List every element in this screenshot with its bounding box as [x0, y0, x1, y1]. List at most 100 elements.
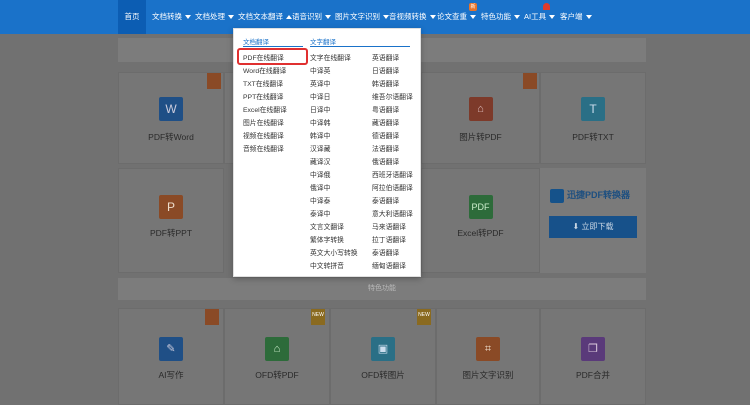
- nav-label: 图片文字识别: [335, 12, 380, 21]
- divider: [243, 46, 303, 47]
- nav-doc-process[interactable]: 文档处理: [195, 0, 234, 34]
- language-translate-item[interactable]: 阿拉伯语翻译: [372, 182, 413, 192]
- language-translate-item[interactable]: 粤语翻译: [372, 104, 399, 114]
- nav-label: 文档文本翻译: [238, 12, 283, 21]
- nav-features[interactable]: 特色功能: [481, 0, 520, 34]
- nav-label: 文档转换: [152, 12, 182, 21]
- tool-card-ai-writing[interactable]: ✎ AI写作: [118, 308, 224, 405]
- chevron-down-icon: [228, 15, 234, 20]
- card-label: 图片转PDF: [459, 132, 502, 142]
- card-label: AI写作: [158, 370, 184, 380]
- text-translate-item[interactable]: 韩译中: [310, 130, 330, 140]
- new-ribbon: NEW: [311, 309, 325, 325]
- nav-label: 论文查重: [437, 12, 467, 21]
- tool-card-ocr[interactable]: ⌗ 图片文字识别: [436, 308, 540, 405]
- hot-ribbon-icon: [207, 73, 221, 89]
- card-label: PDF转TXT: [572, 132, 614, 142]
- language-translate-item[interactable]: 维吾尔语翻译: [372, 91, 413, 101]
- chevron-down-icon: [325, 15, 331, 20]
- language-translate-item[interactable]: 意大利语翻译: [372, 208, 413, 218]
- nav-home[interactable]: 首页: [118, 0, 146, 34]
- language-translate-item[interactable]: 韩语翻译: [372, 78, 399, 88]
- doc-translate-item[interactable]: 音频在线翻译: [243, 143, 284, 153]
- section-title: 特色功能: [118, 278, 646, 300]
- nav-label: 音视频转换: [389, 12, 427, 21]
- nav-label: AI工具: [524, 12, 547, 21]
- language-translate-item[interactable]: 法语翻译: [372, 143, 399, 153]
- card-label: OFD转图片: [361, 370, 405, 380]
- scan-text-icon: ⌗: [476, 337, 500, 361]
- language-translate-item[interactable]: 英语翻译: [372, 52, 399, 62]
- text-translate-item[interactable]: 中译英: [310, 65, 330, 75]
- doc-translate-item[interactable]: Excel在线翻译: [243, 104, 287, 114]
- language-translate-item[interactable]: 马来语翻译: [372, 221, 406, 231]
- tool-card-pdf-txt[interactable]: T PDF转TXT: [540, 72, 646, 164]
- language-translate-item[interactable]: 德语翻译: [372, 130, 399, 140]
- nav-label: 文档处理: [195, 12, 225, 21]
- nav-client[interactable]: 客户端: [560, 0, 592, 34]
- txt-icon: T: [581, 97, 605, 121]
- promo-title-text: 迅捷PDF转换器: [567, 190, 631, 200]
- nav-home-label: 首页: [124, 12, 140, 21]
- tool-card-pdf-word[interactable]: W PDF转Word: [118, 72, 224, 164]
- nav-ai-tools[interactable]: AI工具: [524, 0, 556, 34]
- text-translate-item[interactable]: 繁体字转换: [310, 234, 344, 244]
- doc-translate-heading: 文档翻译: [243, 39, 269, 46]
- card-label: OFD转PDF: [255, 370, 299, 380]
- text-translate-item[interactable]: 文言文翻译: [310, 221, 344, 231]
- text-translate-item[interactable]: 英译中: [310, 78, 330, 88]
- doc-translate-item[interactable]: 视频在线翻译: [243, 130, 284, 140]
- tool-card-pdf-merge[interactable]: ❐ PDF合并: [540, 308, 646, 405]
- card-label: 图片文字识别: [462, 370, 514, 380]
- pdf-icon: ⌂: [265, 337, 289, 361]
- text-translate-item[interactable]: 文字在线翻译: [310, 52, 351, 62]
- language-translate-item[interactable]: 藏语翻译: [372, 117, 399, 127]
- text-translate-item[interactable]: 中译日: [310, 91, 330, 101]
- nav-label: 客户端: [560, 12, 583, 21]
- tool-card-ofd-pdf[interactable]: NEW ⌂ OFD转PDF: [224, 308, 330, 405]
- doc-translate-item[interactable]: PDF在线翻译: [243, 52, 284, 62]
- doc-translate-item[interactable]: 图片在线翻译: [243, 117, 284, 127]
- promo-title: 迅捷PDF转换器: [550, 188, 630, 203]
- language-translate-item[interactable]: 泰语翻译: [372, 195, 399, 205]
- doc-translate-item[interactable]: TXT在线翻译: [243, 78, 283, 88]
- language-translate-item[interactable]: 拉丁语翻译: [372, 234, 406, 244]
- doc-translate-item[interactable]: Word在线翻译: [243, 65, 286, 75]
- promo-panel: 迅捷PDF转换器 ⬇ 立即下载: [540, 168, 646, 273]
- text-translate-item[interactable]: 中译泰: [310, 195, 330, 205]
- chevron-down-icon: [585, 15, 592, 20]
- text-translate-item[interactable]: 英文大小写转换: [310, 247, 358, 257]
- hot-ribbon-icon: [523, 73, 537, 89]
- text-translate-item[interactable]: 泰译中: [310, 208, 330, 218]
- text-translate-item[interactable]: 中文转拼音: [310, 260, 344, 270]
- language-translate-item[interactable]: 泰语翻译: [372, 247, 399, 257]
- language-translate-item[interactable]: 西班牙语翻译: [372, 169, 413, 179]
- new-badge: 新: [469, 3, 477, 11]
- chevron-down-icon: [470, 15, 476, 20]
- tool-card-excel-pdf[interactable]: PDF Excel转PDF: [421, 168, 540, 273]
- text-translate-item[interactable]: 中译韩: [310, 117, 330, 127]
- text-translate-item[interactable]: 日译中: [310, 104, 330, 114]
- pen-icon: ✎: [159, 337, 183, 361]
- divider: [310, 46, 410, 47]
- tool-card-image-pdf[interactable]: ⌂ 图片转PDF: [421, 72, 540, 164]
- language-translate-item[interactable]: 缅甸语翻译: [372, 260, 406, 270]
- text-translate-item[interactable]: 藏译汉: [310, 156, 330, 166]
- text-translate-item[interactable]: 中译俄: [310, 169, 330, 179]
- app-logo-icon: [550, 188, 564, 203]
- chevron-down-icon: [429, 15, 436, 20]
- card-label: Excel转PDF: [457, 228, 504, 238]
- hot-ribbon-icon: [205, 309, 219, 325]
- text-translate-item[interactable]: 汉译藏: [310, 143, 330, 153]
- tool-card-ofd-image[interactable]: NEW ▣ OFD转图片: [330, 308, 436, 405]
- download-button[interactable]: ⬇ 立即下载: [549, 216, 637, 238]
- tool-card-pdf-ppt[interactable]: P PDF转PPT: [118, 168, 224, 273]
- doc-translate-item[interactable]: PPT在线翻译: [243, 91, 283, 101]
- pdf-icon: ⌂: [468, 97, 493, 121]
- language-translate-item[interactable]: 俄语翻译: [372, 156, 399, 166]
- text-translate-item[interactable]: 俄译中: [310, 182, 330, 192]
- nav-doc-convert[interactable]: 文档转换: [152, 0, 191, 34]
- word-icon: W: [159, 97, 183, 121]
- merge-icon: ❐: [581, 337, 605, 361]
- language-translate-item[interactable]: 日语翻译: [372, 65, 399, 75]
